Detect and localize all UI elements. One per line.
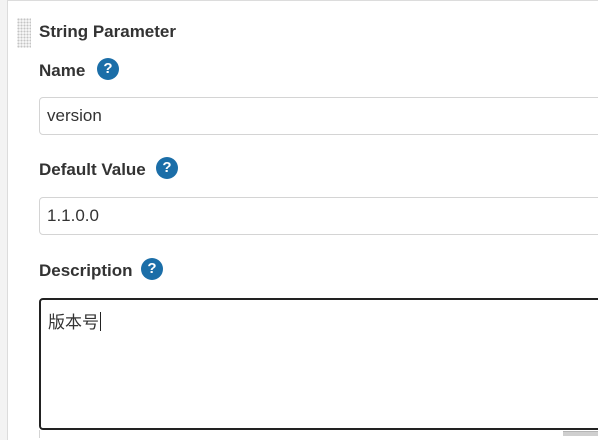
description-textarea[interactable]: 版本号 [39, 298, 598, 430]
description-label: Description [39, 261, 133, 280]
textarea-resize-grip[interactable] [563, 431, 598, 436]
description-help-icon[interactable]: ? [141, 258, 163, 280]
name-input[interactable] [39, 97, 598, 135]
section-title: String Parameter [39, 22, 176, 41]
default-value-help-icon[interactable]: ? [156, 157, 178, 179]
drag-handle[interactable] [17, 18, 31, 48]
default-value-label: Default Value [39, 160, 146, 179]
description-text: 版本号 [48, 313, 99, 333]
text-cursor [100, 312, 101, 331]
name-label: Name [39, 61, 86, 80]
default-value-input[interactable] [39, 197, 598, 235]
name-help-icon[interactable]: ? [97, 58, 119, 80]
string-parameter-panel: String Parameter Name ? Default Value ? … [7, 0, 598, 440]
